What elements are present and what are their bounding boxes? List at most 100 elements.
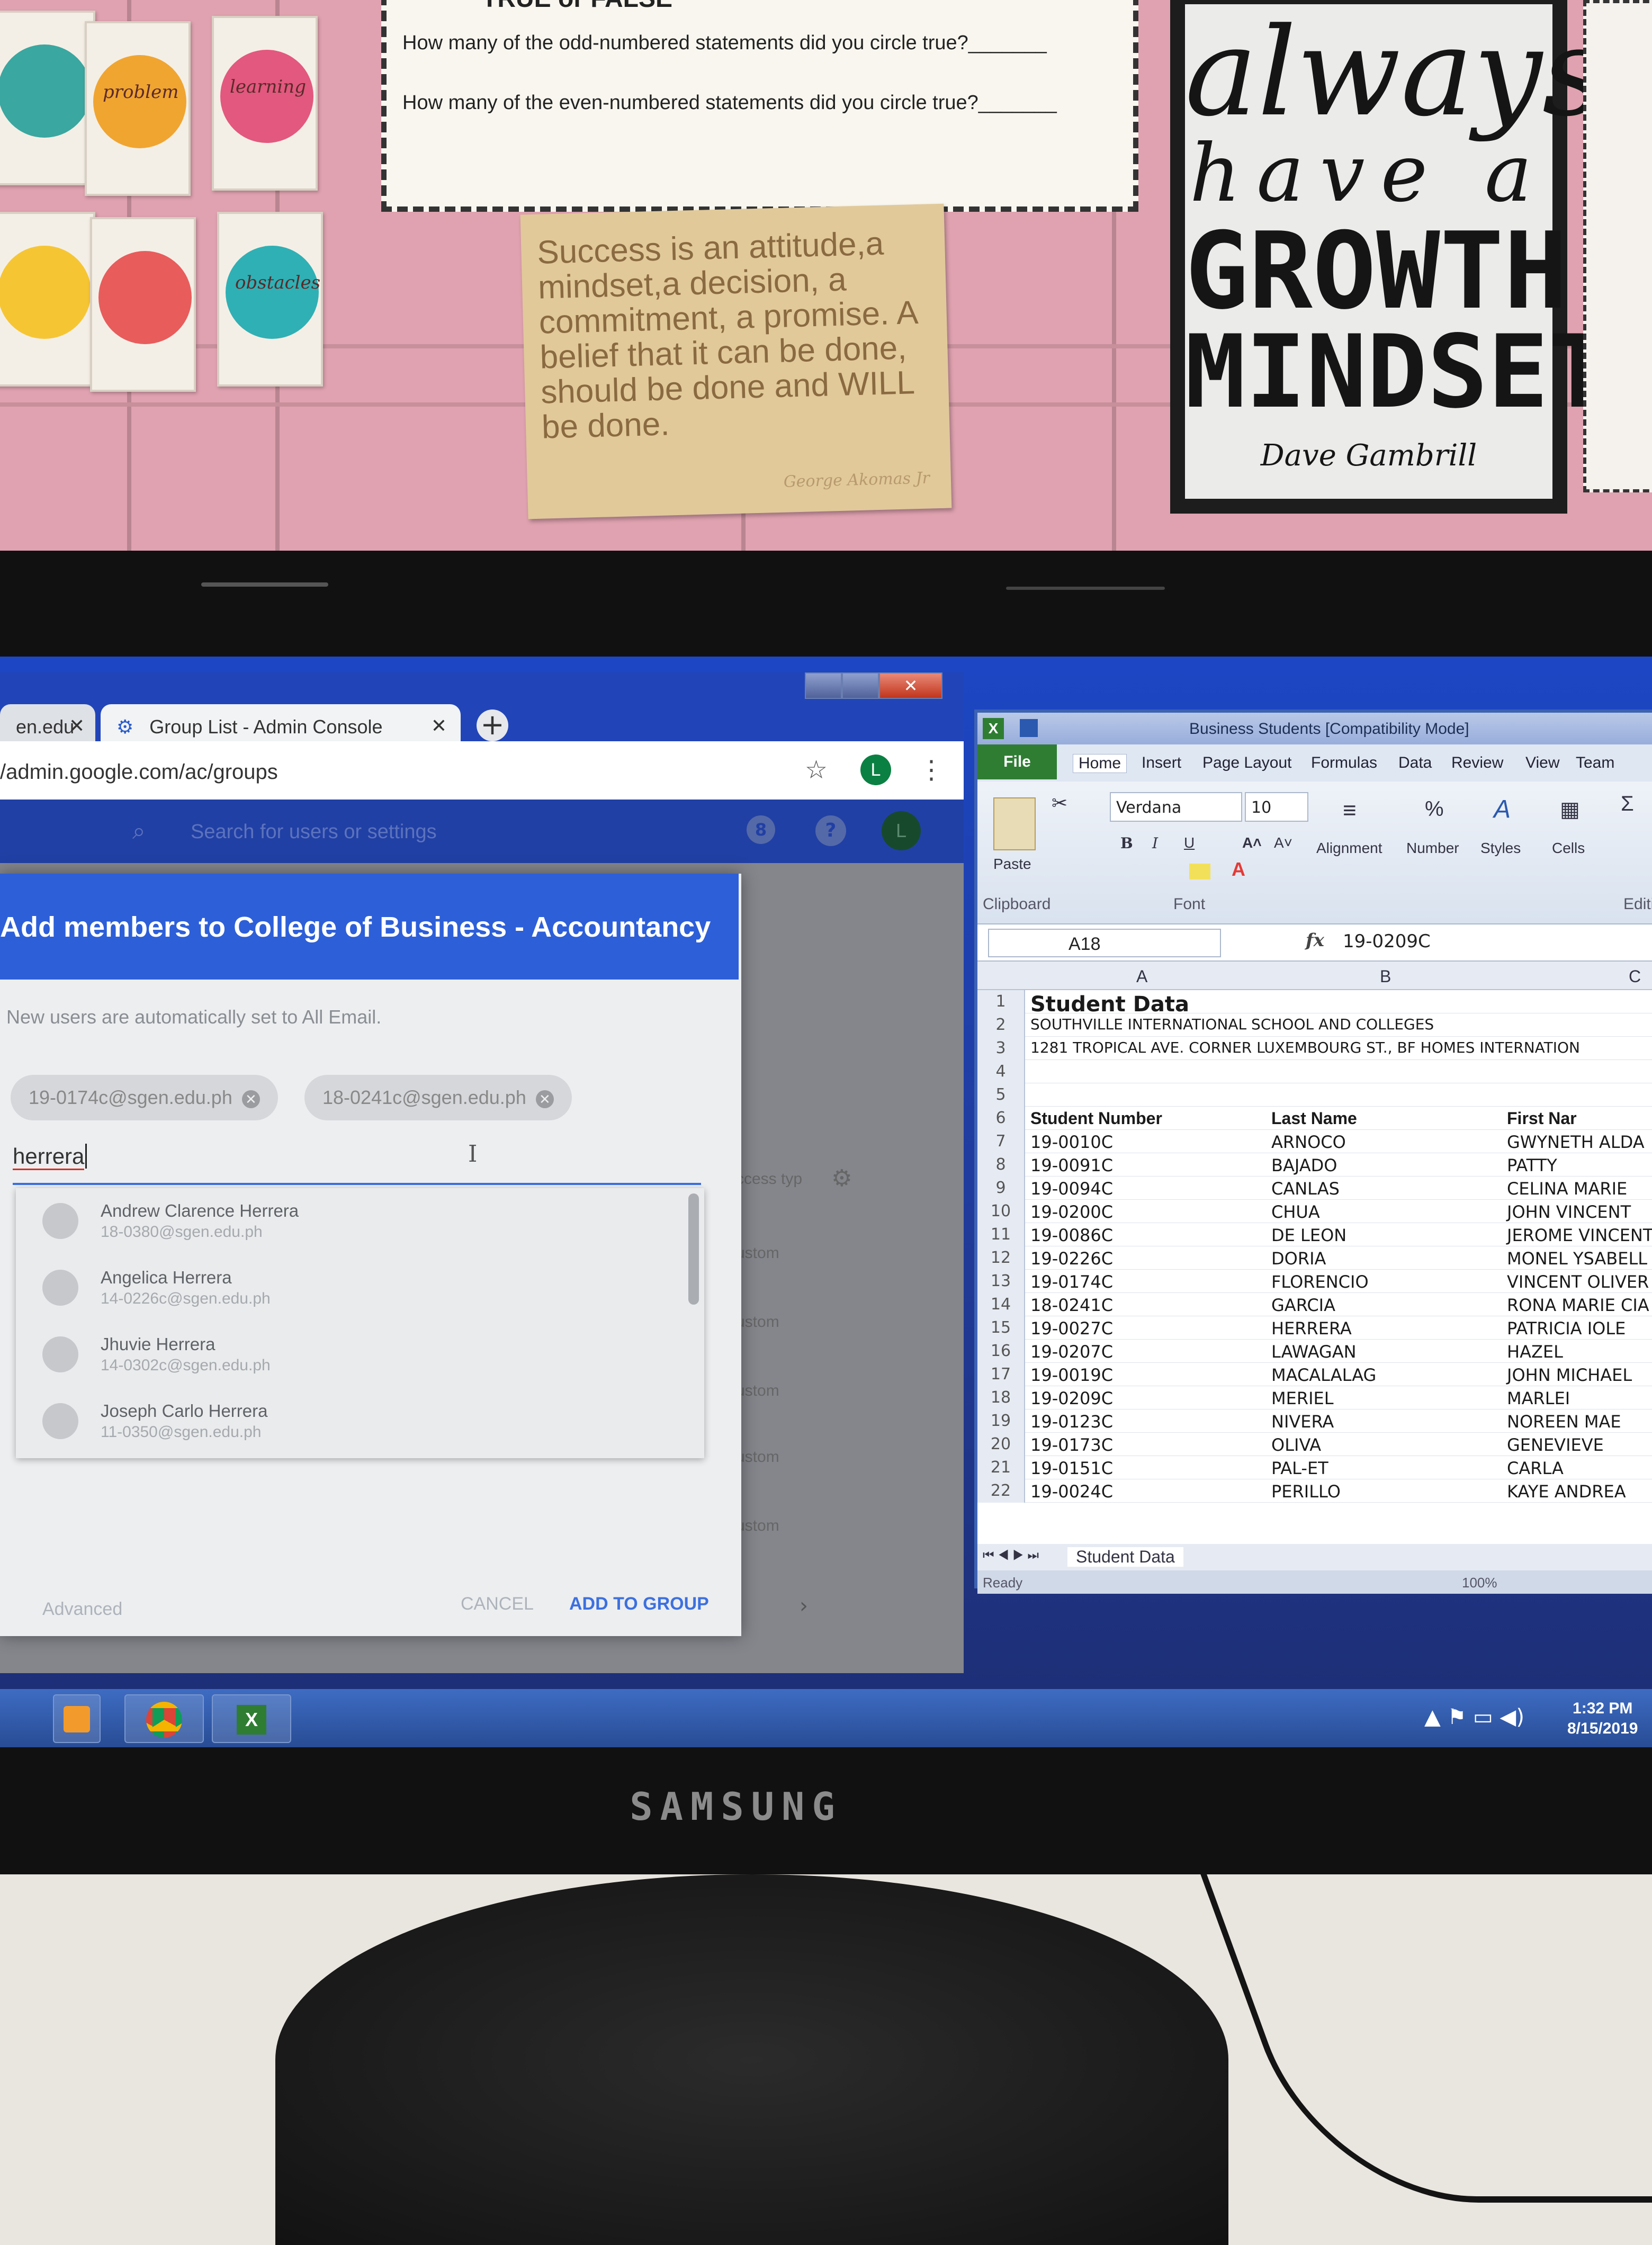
spreadsheet-row[interactable]: 6 Student Number Last Name First Nar [977,1107,1652,1130]
browser-tab-active[interactable]: ⚙ Group List - Admin Console ✕ [101,704,461,742]
underline-button[interactable]: U [1184,834,1195,851]
close-window-button[interactable]: ✕ [879,672,942,699]
cell-a[interactable]: 19-0019C [1030,1365,1113,1385]
cell-b[interactable]: CHUA [1271,1202,1320,1222]
font-name-select[interactable]: Verdana [1110,792,1242,822]
cell-b[interactable]: MACALALAG [1271,1365,1376,1385]
admin-search-input[interactable]: Search for users or settings [191,821,437,843]
spreadsheet-row[interactable]: 15 19-0027C HERRERA PATRICIA IOLE [977,1316,1652,1340]
notifications-icon[interactable]: 8 [747,815,775,844]
account-avatar[interactable]: L [860,755,891,785]
cell-b[interactable]: HERRERA [1271,1318,1352,1339]
excel-taskbar-icon[interactable]: X [212,1694,291,1743]
cell-a[interactable]: 19-0094C [1030,1179,1113,1199]
bold-button[interactable]: B [1120,834,1133,852]
number-button[interactable]: Number [1406,840,1459,857]
admin-avatar[interactable]: L [882,811,921,850]
ribbon-tab-review[interactable]: Review [1451,754,1503,772]
spreadsheet-row[interactable]: 3 1281 TROPICAL AVE. CORNER LUXEMBOURG ST… [977,1037,1652,1060]
spreadsheet-row[interactable]: 11 19-0086C DE LEON JEROME VINCENT [977,1223,1652,1246]
cell-b[interactable]: MERIEL [1271,1388,1334,1408]
media-player-icon[interactable] [53,1694,101,1743]
column-header-c[interactable]: C [1629,967,1641,986]
menu-dots-icon[interactable]: ⋮ [919,755,944,785]
cell-b[interactable]: LAWAGAN [1271,1342,1357,1362]
font-color-icon[interactable]: A [1232,858,1245,881]
number-format-icon[interactable]: % [1425,797,1444,821]
minimize-button[interactable] [805,672,842,699]
spreadsheet-row[interactable]: 1 Student Data [977,990,1652,1017]
cell-c[interactable]: KAYE ANDREA [1507,1481,1626,1502]
new-tab-button[interactable]: + [477,710,508,741]
remove-chip-icon[interactable]: ✕ [535,1090,554,1108]
save-icon[interactable] [1020,719,1038,737]
cell-c[interactable]: JEROME VINCENT [1507,1225,1652,1245]
italic-button[interactable]: I [1152,834,1158,852]
formula-input[interactable]: 19-0209C [1343,931,1431,952]
cells-button[interactable]: Cells [1552,840,1585,857]
cell-c[interactable]: HAZEL [1507,1342,1563,1362]
font-size-select[interactable]: 10 [1245,792,1308,822]
settings-gear-icon[interactable]: ⚙ [831,1165,852,1192]
shrink-font-button[interactable]: A˅ [1274,834,1292,851]
ribbon-tab-team[interactable]: Team [1576,754,1614,772]
cell-a[interactable]: 19-0226C [1030,1249,1113,1269]
sheet-tab-student-data[interactable]: Student Data [1067,1547,1183,1567]
ribbon-tab-home[interactable]: Home [1073,754,1127,773]
styles-button[interactable]: Styles [1480,840,1521,857]
ribbon-tab-insert[interactable]: Insert [1142,754,1181,772]
ribbon-tab-page-layout[interactable]: Page Layout [1202,754,1291,772]
spreadsheet-row[interactable]: 13 19-0174C FLORENCIO VINCENT OLIVER [977,1270,1652,1293]
help-icon[interactable]: ? [815,815,846,846]
cell-b[interactable]: PERILLO [1271,1481,1341,1502]
column-header-b[interactable]: B [1380,967,1391,986]
cell-b[interactable]: DE LEON [1271,1225,1346,1245]
cell-c[interactable]: JOHN MICHAEL [1507,1365,1632,1385]
cell-b[interactable]: BAJADO [1271,1155,1337,1175]
cell-c[interactable]: JOHN VINCENT [1507,1202,1631,1222]
spreadsheet-row[interactable]: 2 SOUTHVILLE INTERNATIONAL SCHOOL AND COL… [977,1013,1652,1037]
browser-tab[interactable]: en.edu ✕ [0,704,95,742]
paste-button[interactable]: Paste [993,856,1031,873]
cell-a[interactable]: 18-0241C [1030,1295,1113,1315]
cell-b[interactable]: OLIVA [1271,1435,1321,1455]
cell-c[interactable]: First Nar [1507,1109,1577,1128]
spreadsheet-row[interactable]: 16 19-0207C LAWAGAN HAZEL [977,1340,1652,1363]
spreadsheet-row[interactable]: 12 19-0226C DORIA MONEL YSABELL [977,1246,1652,1270]
ribbon-tab-data[interactable]: Data [1398,754,1432,772]
cell-c[interactable]: MARLEI [1507,1388,1570,1408]
spreadsheet-row[interactable]: 7 19-0010C ARNOCO GWYNETH ALDA [977,1130,1652,1153]
chrome-taskbar-icon[interactable] [124,1694,204,1743]
cell-a[interactable]: 19-0123C [1030,1412,1113,1432]
cell-b[interactable]: ARNOCO [1271,1132,1346,1152]
cell-a[interactable]: SOUTHVILLE INTERNATIONAL SCHOOL AND COLL… [1030,1016,1434,1033]
cell-c[interactable]: PATTY [1507,1155,1557,1175]
cell-c[interactable]: GENEVIEVE [1507,1435,1604,1455]
cell-c[interactable]: NOREEN MAE [1507,1412,1621,1432]
alignment-button[interactable]: Alignment [1316,840,1382,857]
maximize-button[interactable] [842,672,879,699]
function-icon[interactable]: fx [1306,930,1324,951]
cell-b[interactable]: FLORENCIO [1271,1272,1369,1292]
cell-a[interactable]: 19-0174C [1030,1272,1113,1292]
cell-b[interactable]: Last Name [1271,1109,1357,1128]
spreadsheet-row[interactable]: 18 19-0209C MERIEL MARLEI [977,1386,1652,1409]
member-chip[interactable]: 19-0174c@sgen.edu.ph ✕ [11,1075,278,1120]
close-icon[interactable]: ✕ [431,715,447,737]
cell-a[interactable]: 1281 TROPICAL AVE. CORNER LUXEMBOURG ST.… [1030,1039,1580,1056]
cancel-button[interactable]: CANCEL [461,1594,534,1614]
cell-a[interactable]: 19-0173C [1030,1435,1113,1455]
close-icon[interactable]: ✕ [69,715,85,737]
zoom-level[interactable]: 100% [1462,1575,1497,1591]
cell-c[interactable]: MONEL YSABELL [1507,1249,1647,1269]
spreadsheet-row[interactable]: 14 18-0241C GARCIA RONA MARIE CIA [977,1293,1652,1316]
spreadsheet-row[interactable]: 4 [977,1060,1652,1083]
suggestion-item[interactable]: Andrew Clarence Herrera 18-0380@sgen.edu… [16,1188,694,1255]
cell-b[interactable]: DORIA [1271,1249,1326,1269]
cell-a[interactable]: 19-0207C [1030,1342,1113,1362]
cells-icon[interactable]: ▦ [1560,797,1580,822]
name-box[interactable]: A18 [988,929,1221,957]
dropdown-scrollbar[interactable] [688,1193,699,1305]
paste-icon[interactable] [993,797,1036,850]
cell-c[interactable]: GWYNETH ALDA [1507,1132,1645,1152]
